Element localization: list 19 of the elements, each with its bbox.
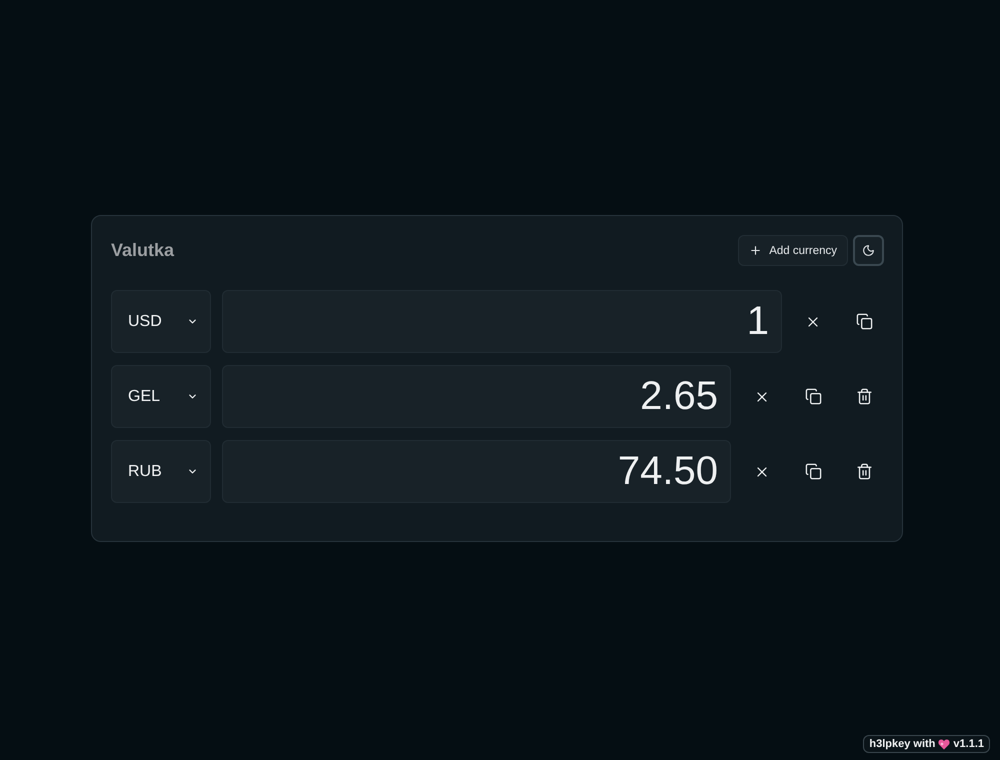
currency-select[interactable]: USD bbox=[111, 290, 211, 353]
plus-icon bbox=[749, 244, 762, 257]
amount-input[interactable]: 1 bbox=[222, 290, 782, 353]
currency-select[interactable]: GEL bbox=[111, 365, 211, 428]
moon-icon bbox=[862, 244, 875, 257]
trash-icon bbox=[856, 388, 872, 405]
copy-icon bbox=[804, 388, 822, 405]
add-currency-button[interactable]: Add currency bbox=[738, 235, 848, 266]
app-title: Valutka bbox=[111, 240, 174, 261]
currency-select[interactable]: RUB bbox=[111, 440, 211, 503]
copy-icon bbox=[804, 463, 822, 480]
amount-input[interactable]: 2.65 bbox=[222, 365, 731, 428]
credit-text: h3lpkey with bbox=[869, 738, 936, 750]
theme-toggle-button[interactable] bbox=[853, 235, 884, 266]
copy-icon bbox=[856, 313, 872, 330]
amount-input[interactable]: 74.50 bbox=[222, 440, 731, 503]
version-text: v1.1.1 bbox=[953, 738, 984, 750]
heart-icon bbox=[938, 738, 950, 750]
trash-icon bbox=[856, 463, 872, 480]
